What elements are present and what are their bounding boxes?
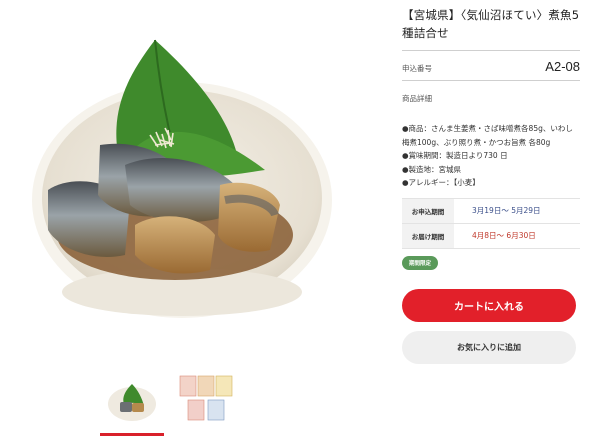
period-row-delivery: お届け期間 4月8日～ 6月30日 (402, 223, 580, 249)
period-table: お申込期間 3月19日～ 5月29日 お届け期間 4月8日～ 6月30日 (402, 197, 580, 249)
thumbnail-packages[interactable] (174, 372, 238, 426)
detail-line-contents: ●商品：さんま生姜煮・さば味噌煮各85g、いわし梅煮100g、ぶり照り煮・かつお… (402, 124, 573, 147)
detail-line-shelf-life: ●賞味期間：製造日より730 日 (402, 151, 508, 160)
details-heading: 商品詳細 (402, 94, 432, 103)
divider (402, 80, 580, 81)
product-main-image (0, 0, 380, 355)
period-label-application: お申込期間 (402, 198, 454, 223)
period-value-application: 3月19日～ 5月29日 (472, 206, 541, 215)
product-details: ●商品：さんま生姜煮・さば味噌煮各85g、いわし梅煮100g、ぶり照り煮・かつお… (402, 122, 580, 190)
thumbnail-strip (100, 372, 238, 436)
limited-time-badge: 期間限定 (402, 255, 439, 270)
period-row-application: お申込期間 3月19日～ 5月29日 (402, 198, 580, 224)
period-label-delivery: お届け期間 (402, 223, 454, 248)
application-number-value: A2-08 (545, 59, 580, 74)
thumbnail-dish[interactable] (100, 372, 164, 436)
add-to-cart-button[interactable]: カートに入れる (402, 288, 576, 322)
detail-line-origin: ●製造地：宮城県 (402, 164, 462, 174)
product-info-panel: 【宮城県】〈気仙沼ほてい〉煮魚5種詰合せ 申込番号 A2-08 商品詳細 ●商品… (402, 0, 580, 364)
application-number-label: 申込番号 (402, 64, 432, 73)
detail-line-allergy: ●アレルギー：【小麦】 (402, 178, 480, 187)
application-number-row: 申込番号 A2-08 (402, 51, 580, 80)
period-value-delivery: 4月8日～ 6月30日 (472, 231, 536, 240)
product-title: 【宮城県】〈気仙沼ほてい〉煮魚5種詰合せ (402, 8, 580, 40)
add-to-favorites-button[interactable]: お気に入りに追加 (402, 330, 576, 364)
